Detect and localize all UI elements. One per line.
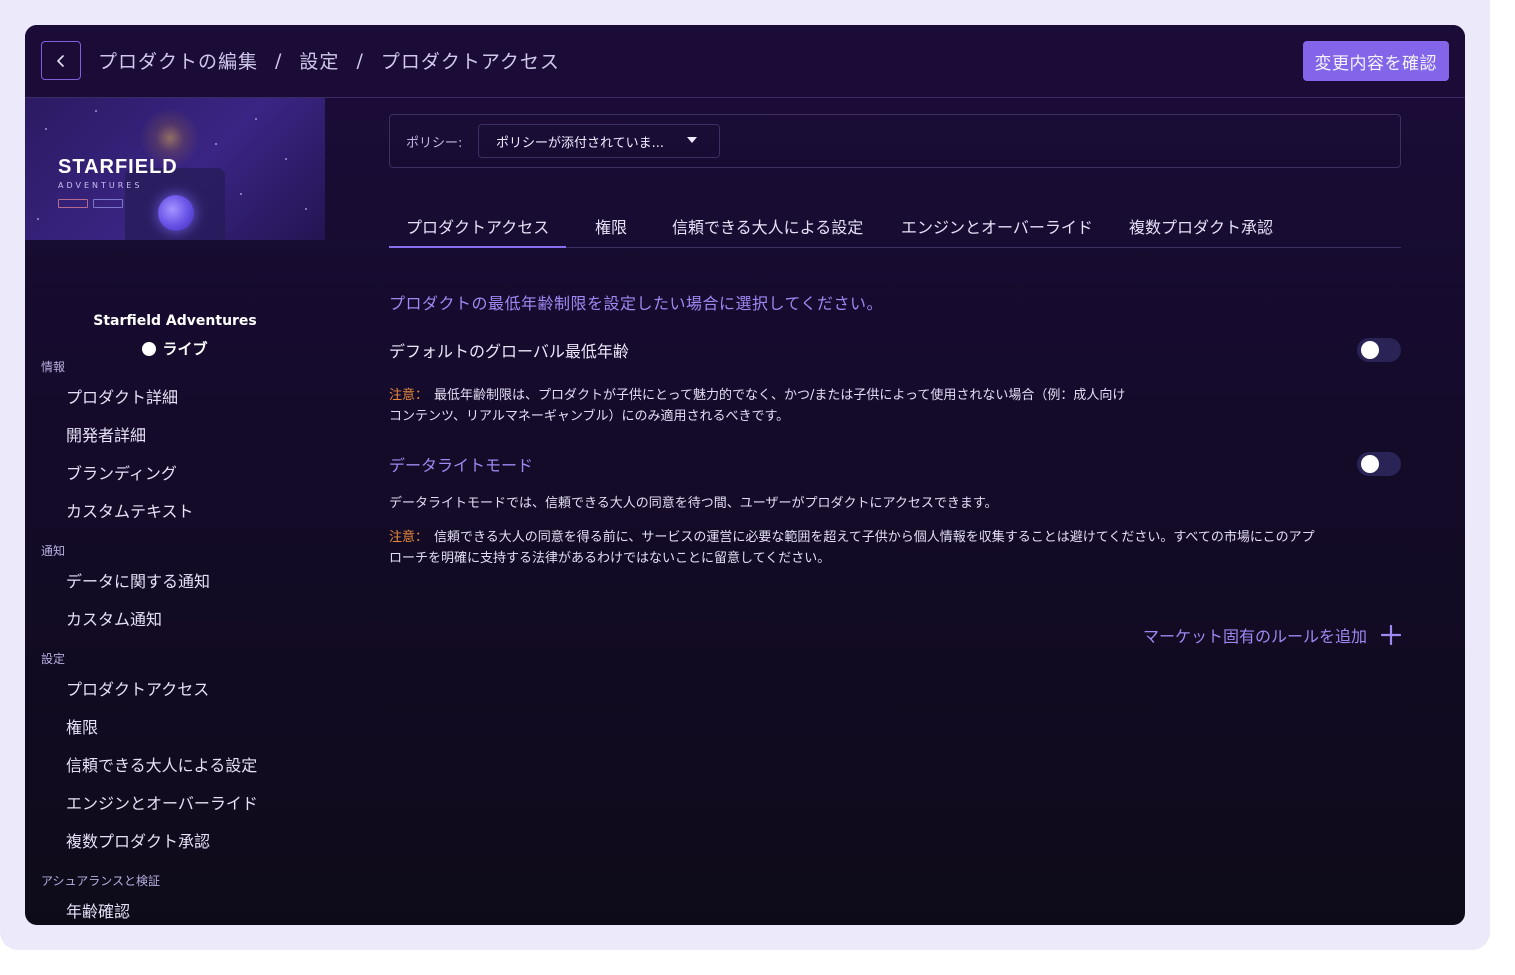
tab-product-access[interactable]: プロダクトアクセス: [406, 214, 549, 238]
data-light-mode-note: 注意： 信頼できる大人の同意を得る前に、サービスの運営に必要な範囲を超えて子供から…: [389, 527, 1315, 569]
age-restriction-intro: プロダクトの最低年齢制限を設定したい場合に選択してください。: [389, 294, 884, 313]
banner-subtitle: ADVENTURES: [58, 181, 143, 190]
tab-permissions[interactable]: 権限: [595, 214, 627, 238]
default-min-age-label: デフォルトのグローバル最低年齢: [389, 342, 629, 361]
age-restriction-note: 注意： 最低年齢制限は、プロダクトが子供にとって魅力的でなく、かつ/または子供によ…: [389, 385, 1125, 427]
breadcrumb-item-edit-product[interactable]: プロダクトの編集: [98, 47, 258, 74]
breadcrumb-item-settings[interactable]: 設定: [299, 47, 339, 74]
planet-graphic: [158, 195, 194, 231]
sidebar-item-product-details[interactable]: プロダクト詳細: [66, 384, 178, 408]
status-dot-icon: [142, 341, 157, 356]
toggle-knob: [1361, 341, 1379, 359]
confirm-changes-button[interactable]: 変更内容を確認: [1302, 41, 1449, 81]
sidebar-section-settings: 設定: [41, 652, 66, 666]
banner-button-graphic: [93, 199, 123, 208]
sidebar-item-engine-overrides[interactable]: エンジンとオーバーライド: [66, 790, 258, 814]
sidebar: STARFIELD ADVENTURES Starfield Adventure…: [25, 98, 350, 925]
add-market-rule-label: マーケット固有のルールを追加: [1142, 627, 1367, 646]
sidebar-item-trusted-adult-settings[interactable]: 信頼できる大人による設定: [66, 752, 257, 776]
tab-trusted-adult-settings[interactable]: 信頼できる大人による設定: [672, 214, 863, 238]
sidebar-item-age-verification[interactable]: 年齢確認: [66, 898, 130, 922]
tab-multi-product-approval[interactable]: 複数プロダクト承認: [1129, 214, 1273, 238]
policy-dropdown[interactable]: ポリシーが添付されていま...: [478, 124, 720, 158]
note-text: コンテンツ、リアルマネーギャンブル）にのみ適用されるべきです。: [389, 409, 790, 424]
product-name: Starfield Adventures: [93, 313, 257, 329]
default-min-age-toggle[interactable]: [1357, 338, 1401, 362]
sidebar-section-info: 情報: [41, 360, 66, 374]
sidebar-section-assurance: アシュアランスと検証: [41, 874, 161, 888]
product-banner-image: STARFIELD ADVENTURES: [25, 98, 325, 240]
sidebar-item-custom-notifications[interactable]: カスタム通知: [66, 606, 162, 630]
breadcrumb: プロダクトの編集 / 設定 / プロダクトアクセス: [98, 47, 560, 74]
sidebar-item-data-notifications[interactable]: データに関する通知: [66, 568, 210, 592]
chevron-left-icon: [57, 54, 64, 67]
caret-down-icon: [687, 137, 697, 143]
policy-bar: ポリシー: ポリシーが添付されていま...: [389, 114, 1401, 168]
data-light-mode-label: データライトモード: [389, 456, 534, 475]
sidebar-section-notifications: 通知: [41, 544, 66, 558]
data-light-mode-description: データライトモードでは、信頼できる大人の同意を待つ間、ユーザーがプロダクトにアク…: [389, 496, 998, 511]
toggle-knob: [1361, 455, 1379, 473]
breadcrumb-separator: /: [356, 49, 364, 72]
note-text: 最低年齢制限は、プロダクトが子供にとって魅力的でなく、かつ/または子供によって使…: [434, 388, 1126, 403]
main-content: ポリシー: ポリシーが添付されていま... プロダクトアクセス 権限 信頼できる…: [389, 98, 1401, 925]
tab-engine-overrides[interactable]: エンジンとオーバーライド: [901, 214, 1093, 238]
note-text: ローチを明確に支持する法律があるわけではないことに留意してください。: [389, 551, 831, 566]
sidebar-item-developer-details[interactable]: 開発者詳細: [66, 422, 146, 446]
sidebar-item-custom-text[interactable]: カスタムテキスト: [66, 498, 194, 522]
settings-tabs: プロダクトアクセス 権限 信頼できる大人による設定 エンジンとオーバーライド 複…: [389, 204, 1401, 248]
policy-label: ポリシー:: [406, 136, 463, 151]
app-window: プロダクトの編集 / 設定 / プロダクトアクセス 変更内容を確認 STARFI…: [25, 25, 1465, 925]
sidebar-item-branding[interactable]: ブランディング: [66, 460, 177, 484]
back-button[interactable]: [41, 41, 81, 80]
policy-dropdown-value: ポリシーが添付されていま...: [496, 135, 665, 151]
note-text: 信頼できる大人の同意を得る前に、サービスの運営に必要な範囲を超えて子供から個人情…: [434, 530, 1315, 545]
sidebar-item-product-access[interactable]: プロダクトアクセス: [66, 676, 209, 700]
active-tab-indicator: [389, 246, 566, 248]
note-prefix: 注意：: [389, 530, 429, 545]
breadcrumb-separator: /: [275, 49, 283, 72]
data-light-mode-toggle[interactable]: [1357, 452, 1401, 476]
note-prefix: 注意：: [389, 388, 429, 403]
banner-title: STARFIELD: [58, 156, 178, 178]
status-label: ライブ: [162, 340, 208, 358]
product-status: ライブ: [25, 338, 325, 359]
sidebar-item-permissions[interactable]: 権限: [66, 714, 98, 738]
breadcrumb-item-product-access: プロダクトアクセス: [380, 51, 560, 73]
top-bar: プロダクトの編集 / 設定 / プロダクトアクセス 変更内容を確認: [25, 25, 1465, 98]
add-market-rule-button[interactable]: マーケット固有のルールを追加: [1143, 623, 1401, 647]
banner-button-graphic: [58, 199, 88, 208]
sidebar-item-multi-product-approval[interactable]: 複数プロダクト承認: [66, 828, 210, 852]
plus-icon: [1381, 625, 1401, 645]
